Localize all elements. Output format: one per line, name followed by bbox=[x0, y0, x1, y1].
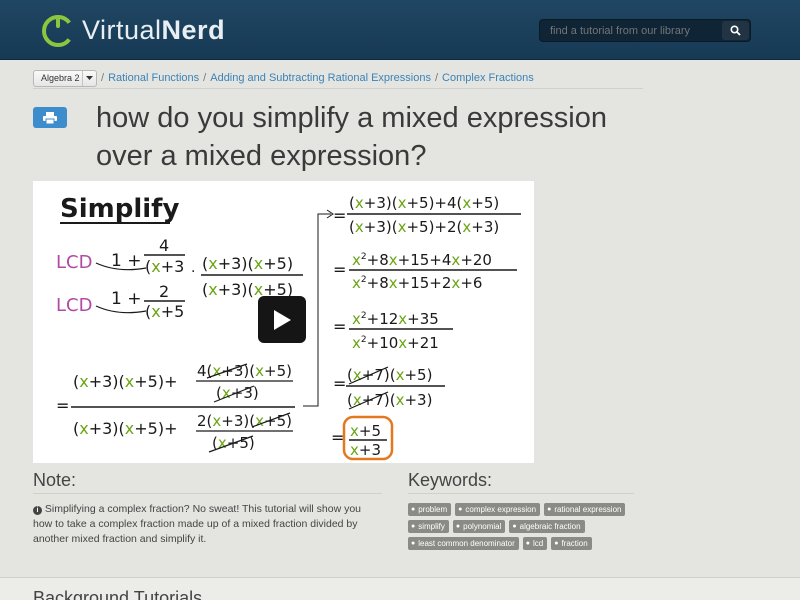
keyword-tags: ● problem ● complex expression ● rational e… bbox=[408, 503, 643, 550]
course-select-value: Algebra 2 bbox=[41, 73, 80, 83]
svg-text:(x+3: (x+3 bbox=[145, 257, 184, 276]
svg-text:2: 2 bbox=[159, 282, 169, 301]
svg-text:x+3: x+3 bbox=[350, 441, 381, 459]
svg-text:x2+12x+35: x2+12x+35 bbox=[352, 310, 439, 328]
breadcrumb-separator: / bbox=[434, 72, 439, 84]
tag-icon: ● bbox=[411, 523, 416, 530]
logo-text: VirtualNerd bbox=[82, 14, 226, 45]
breadcrumb-separator: / bbox=[101, 72, 105, 84]
logo[interactable]: VirtualNerd bbox=[40, 10, 225, 50]
svg-text:(x+3)(x+5)+4(x+5): (x+3)(x+5)+4(x+5) bbox=[349, 194, 499, 212]
keyword-tag[interactable]: ● complex expression bbox=[455, 503, 541, 516]
video-heading: Simplify bbox=[60, 194, 179, 224]
note-heading: Note: bbox=[33, 470, 77, 490]
search-input[interactable] bbox=[540, 20, 723, 41]
keywords-heading: Keywords: bbox=[408, 470, 493, 490]
keyword-tag[interactable]: ● rational expression bbox=[544, 503, 626, 516]
search-icon bbox=[730, 25, 741, 36]
note-text: i Simplifying a complex fraction? No swe… bbox=[33, 502, 383, 547]
breadcrumb-link-complex-fractions[interactable]: Complex Fractions bbox=[442, 72, 534, 84]
tag-icon: ● bbox=[525, 540, 530, 547]
svg-text:1 +: 1 + bbox=[111, 289, 141, 309]
svg-text:(x+3)(x+5)+: (x+3)(x+5)+ bbox=[73, 419, 178, 438]
breadcrumb-link-rational-functions[interactable]: Rational Functions bbox=[108, 72, 199, 84]
svg-text:1 +: 1 + bbox=[111, 251, 141, 271]
divider bbox=[33, 493, 382, 494]
svg-text:(x+7)(x+5): (x+7)(x+5) bbox=[347, 366, 432, 384]
tag-icon: ● bbox=[554, 540, 559, 547]
divider bbox=[408, 493, 634, 494]
tag-icon: ● bbox=[411, 540, 416, 547]
play-button[interactable] bbox=[258, 296, 306, 343]
svg-text:=: = bbox=[331, 428, 344, 447]
breadcrumb-link-adding-subtracting[interactable]: Adding and Subtracting Rational Expressi… bbox=[210, 72, 431, 84]
keyword-tag[interactable]: ● algebraic fraction bbox=[509, 520, 585, 533]
keyword-tag[interactable]: ● least common denominator bbox=[408, 537, 519, 550]
tag-icon: ● bbox=[411, 506, 416, 513]
lcd-label: LCD bbox=[56, 295, 92, 316]
svg-text:(x+3)(x+5)+: (x+3)(x+5)+ bbox=[73, 372, 178, 391]
tag-icon: ● bbox=[512, 523, 517, 530]
svg-text:(x+3)(x+5)+2(x+3): (x+3)(x+5)+2(x+3) bbox=[349, 218, 499, 236]
tag-icon: ● bbox=[547, 506, 552, 513]
note-body: Simplifying a complex fraction? No sweat… bbox=[33, 503, 362, 545]
keyword-tag[interactable]: ● fraction bbox=[551, 537, 592, 550]
power-logo-icon bbox=[42, 15, 74, 47]
svg-text:x+5: x+5 bbox=[350, 422, 381, 440]
printer-icon bbox=[43, 111, 57, 124]
keyword-tag[interactable]: ● polynomial bbox=[452, 520, 506, 533]
breadcrumb-separator: / bbox=[203, 72, 207, 84]
play-icon bbox=[274, 309, 291, 330]
svg-text:(x+5: (x+5 bbox=[145, 302, 184, 321]
svg-text:(x+7)(x+3): (x+7)(x+3) bbox=[347, 391, 432, 409]
tag-icon: ● bbox=[458, 506, 463, 513]
svg-text:x2+8x+15+4x+20: x2+8x+15+4x+20 bbox=[352, 251, 492, 269]
search-bar bbox=[539, 19, 751, 42]
keyword-tag[interactable]: ● problem bbox=[408, 503, 452, 516]
print-button[interactable] bbox=[33, 107, 67, 128]
svg-text:=: = bbox=[333, 260, 346, 279]
search-button[interactable] bbox=[722, 21, 749, 40]
tag-icon: ● bbox=[455, 523, 461, 530]
info-icon: i bbox=[33, 506, 42, 515]
breadcrumb: Algebra 2 / Rational Functions / Adding … bbox=[33, 68, 643, 89]
svg-text:x2+8x+15+2x+6: x2+8x+15+2x+6 bbox=[352, 274, 482, 292]
svg-text:4: 4 bbox=[159, 236, 169, 255]
keyword-tag[interactable]: ● lcd bbox=[522, 537, 548, 550]
svg-text:=: = bbox=[333, 317, 346, 336]
svg-text:=: = bbox=[56, 396, 69, 415]
svg-text:2(x+3)(x+5): 2(x+3)(x+5) bbox=[197, 412, 292, 430]
background-heading: Background Tutorials bbox=[33, 588, 203, 600]
svg-text:·: · bbox=[191, 264, 195, 280]
page-title: how do you simplify a mixed expression o… bbox=[96, 102, 607, 172]
chevron-down-icon bbox=[82, 70, 96, 86]
top-navbar: VirtualNerd bbox=[0, 0, 800, 60]
svg-text:=: = bbox=[333, 206, 346, 225]
lcd-label: LCD bbox=[56, 252, 92, 273]
course-select[interactable]: Algebra 2 bbox=[33, 69, 97, 87]
svg-text:(x+3)(x+5): (x+3)(x+5) bbox=[202, 254, 293, 273]
keyword-tag[interactable]: ● simplify bbox=[408, 520, 449, 533]
svg-text:=: = bbox=[333, 374, 346, 393]
svg-text:x2+10x+21: x2+10x+21 bbox=[352, 334, 439, 352]
